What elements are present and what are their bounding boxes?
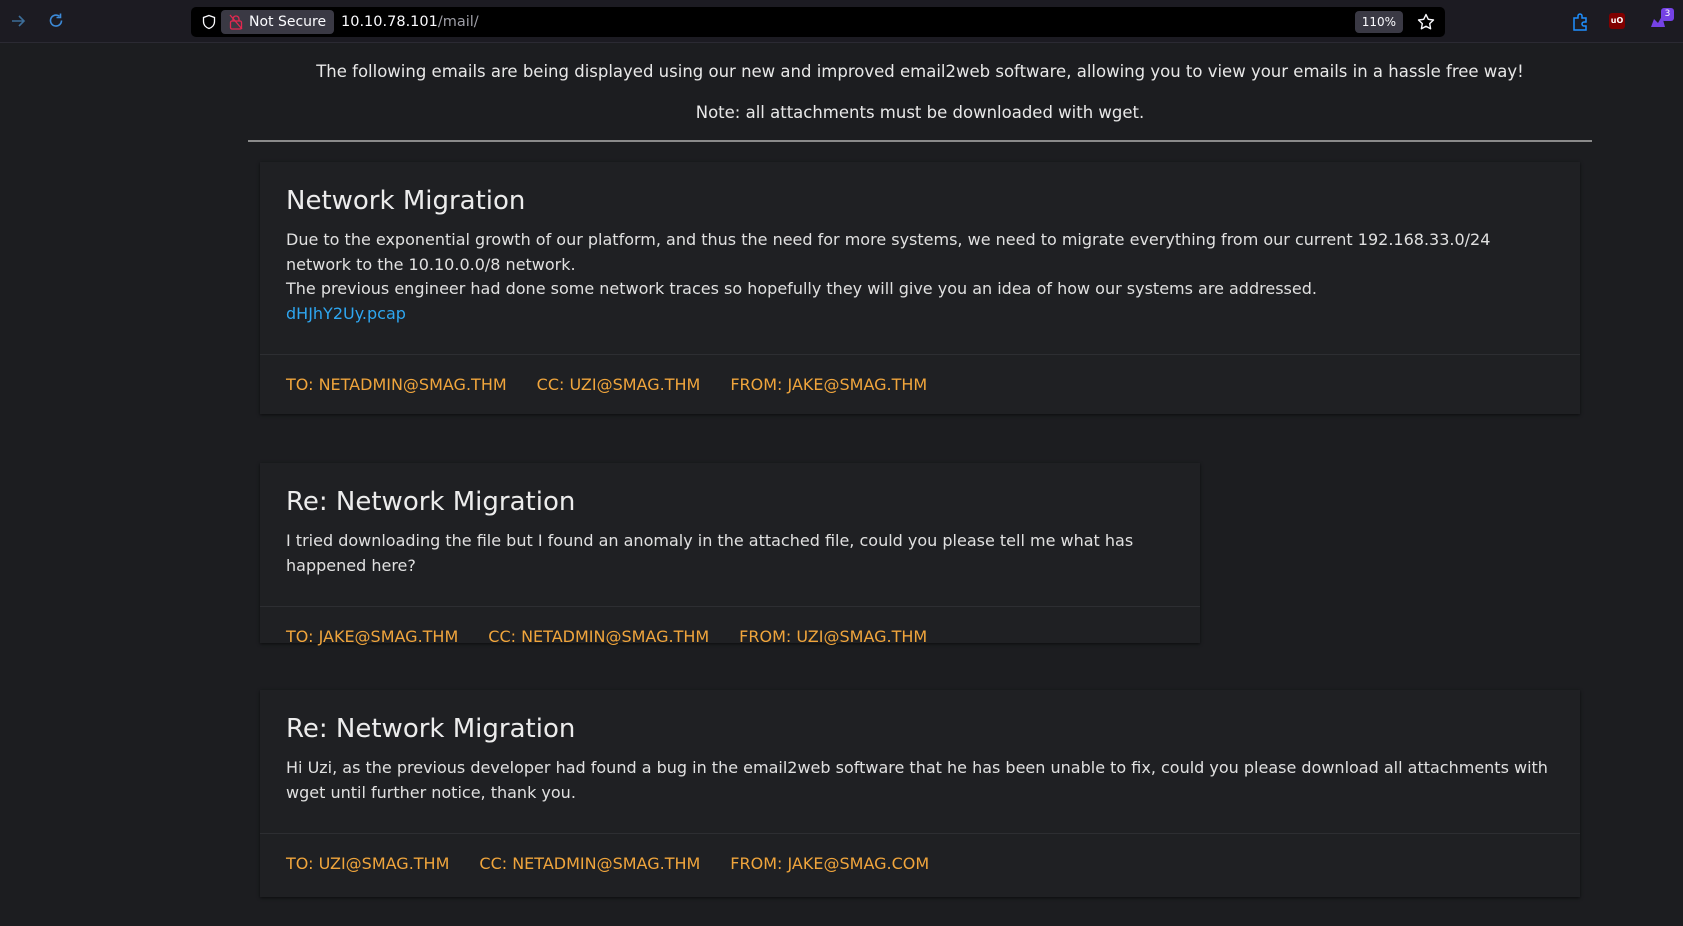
email-to: TO: JAKE@SMAG.THM bbox=[286, 627, 459, 646]
email-footer: TO: JAKE@SMAG.THM CC: NETADMIN@SMAG.THM … bbox=[260, 606, 1200, 666]
browser-toolbar: Not Secure 10.10.78.101/mail/ 110% uO 3 bbox=[0, 0, 1683, 43]
email-card: Network Migration Due to the exponential… bbox=[260, 162, 1580, 414]
security-label: Not Secure bbox=[249, 14, 327, 30]
email-to: TO: NETADMIN@SMAG.THM bbox=[286, 375, 507, 394]
email-body: Re: Network Migration I tried downloadin… bbox=[260, 463, 1200, 606]
url-host: 10.10.78.101 bbox=[341, 14, 438, 30]
note-text: Note: all attachments must be downloaded… bbox=[695, 103, 1145, 122]
security-indicator[interactable]: Not Secure bbox=[221, 10, 335, 34]
email-body: Network Migration Due to the exponential… bbox=[260, 162, 1580, 354]
star-icon[interactable] bbox=[1416, 12, 1436, 32]
email-body-line: The previous engineer had done some netw… bbox=[286, 279, 1317, 298]
zoom-level-button[interactable]: 110% bbox=[1354, 11, 1403, 33]
divider bbox=[248, 140, 1592, 142]
email-to: TO: UZI@SMAG.THM bbox=[286, 854, 450, 873]
email-body-line: Hi Uzi, as the previous developer had fo… bbox=[286, 758, 1548, 802]
email-footer: TO: NETADMIN@SMAG.THM CC: UZI@SMAG.THM F… bbox=[260, 354, 1580, 414]
url-text[interactable]: 10.10.78.101/mail/ bbox=[341, 7, 479, 37]
shield-icon[interactable] bbox=[201, 14, 217, 30]
url-path: /mail/ bbox=[437, 14, 479, 30]
email-footer: TO: UZI@SMAG.THM CC: NETADMIN@SMAG.THM F… bbox=[260, 833, 1580, 893]
email-body-line: I tried downloading the file but I found… bbox=[286, 531, 1134, 575]
extension-badge-icon[interactable]: 3 bbox=[1648, 8, 1674, 32]
extension-badge-count: 3 bbox=[1661, 8, 1674, 21]
email-from: FROM: JAKE@SMAG.COM bbox=[730, 854, 930, 873]
reload-icon[interactable] bbox=[46, 11, 66, 31]
email-card: Re: Network Migration Hi Uzi, as the pre… bbox=[260, 690, 1580, 897]
email-subject: Re: Network Migration bbox=[286, 714, 576, 744]
email-card: Re: Network Migration I tried downloadin… bbox=[260, 463, 1200, 646]
email-subject: Re: Network Migration bbox=[286, 487, 576, 517]
mail-page: The following emails are being displayed… bbox=[0, 44, 1683, 926]
lock-icon bbox=[229, 14, 243, 30]
email-cc: CC: UZI@SMAG.THM bbox=[536, 375, 701, 394]
email-body-line: Due to the exponential growth of our pla… bbox=[286, 230, 1491, 274]
email-from: FROM: UZI@SMAG.THM bbox=[739, 627, 928, 646]
intro-section: The following emails are being displayed… bbox=[248, 60, 1592, 125]
extension-icon[interactable] bbox=[1570, 12, 1590, 32]
email-cc: CC: NETADMIN@SMAG.THM bbox=[479, 854, 701, 873]
email-from: FROM: JAKE@SMAG.THM bbox=[730, 375, 928, 394]
email-subject: Network Migration bbox=[286, 186, 526, 216]
attachment-link[interactable]: dHJhY2Uy.pcap bbox=[286, 302, 406, 327]
email-cc: CC: NETADMIN@SMAG.THM bbox=[488, 627, 710, 646]
forward-icon[interactable] bbox=[9, 11, 29, 31]
email-body: Re: Network Migration Hi Uzi, as the pre… bbox=[260, 690, 1580, 833]
url-bar[interactable]: Not Secure 10.10.78.101/mail/ 110% bbox=[191, 7, 1445, 37]
intro-text: The following emails are being displayed… bbox=[316, 62, 1524, 81]
ublock-icon[interactable]: uO bbox=[1609, 13, 1625, 29]
